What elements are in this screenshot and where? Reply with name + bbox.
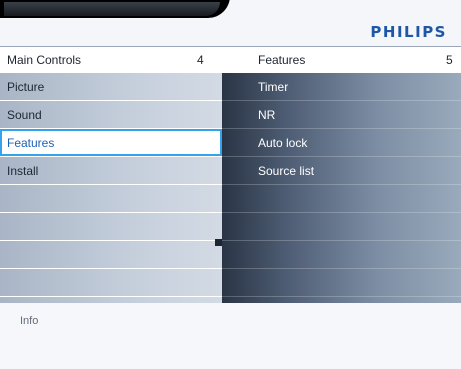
features-title: Features bbox=[258, 53, 306, 67]
feature-item-empty bbox=[222, 213, 461, 241]
menu-header: Main Controls 4 Features 5 bbox=[0, 46, 461, 73]
feature-item-label: Timer bbox=[258, 80, 289, 94]
features-number: 5 bbox=[446, 53, 453, 67]
feature-item-empty bbox=[222, 185, 461, 213]
menu-item-label: Picture bbox=[7, 80, 45, 94]
feature-item-label: Source list bbox=[258, 164, 315, 178]
info-panel: Info bbox=[0, 303, 461, 369]
menu-item-label: Features bbox=[7, 136, 55, 150]
menu-item-empty bbox=[0, 269, 222, 297]
menu-panel: Picture Sound Features Install Timer NR … bbox=[0, 73, 461, 303]
menu-item-picture[interactable]: Picture bbox=[0, 73, 222, 101]
feature-item-timer[interactable]: Timer bbox=[222, 73, 461, 101]
menu-item-label: Sound bbox=[7, 108, 42, 122]
menu-item-empty bbox=[0, 185, 222, 213]
feature-item-label: NR bbox=[258, 108, 276, 122]
main-controls-number: 4 bbox=[197, 53, 204, 67]
feature-item-empty bbox=[222, 241, 461, 269]
feature-item-empty bbox=[222, 269, 461, 297]
feature-item-label: Auto lock bbox=[258, 136, 308, 150]
info-label: Info bbox=[20, 315, 39, 327]
menu-item-empty bbox=[0, 241, 222, 269]
menu-item-label: Install bbox=[7, 164, 39, 178]
menu-item-features[interactable]: Features bbox=[0, 129, 222, 157]
menu-item-empty bbox=[0, 213, 222, 241]
feature-item-nr[interactable]: NR bbox=[222, 101, 461, 129]
top-tab-decoration bbox=[0, 0, 230, 18]
main-controls-title: Main Controls bbox=[7, 53, 82, 67]
menu-item-sound[interactable]: Sound bbox=[0, 101, 222, 129]
menu-item-install[interactable]: Install bbox=[0, 157, 222, 185]
scroll-indicator bbox=[215, 239, 222, 246]
feature-item-source-list[interactable]: Source list bbox=[222, 157, 461, 185]
philips-logo: PHILIPS bbox=[370, 23, 447, 41]
main-controls-list: Picture Sound Features Install bbox=[0, 73, 222, 303]
feature-item-auto-lock[interactable]: Auto lock bbox=[222, 129, 461, 157]
features-list: Timer NR Auto lock Source list bbox=[222, 73, 461, 303]
